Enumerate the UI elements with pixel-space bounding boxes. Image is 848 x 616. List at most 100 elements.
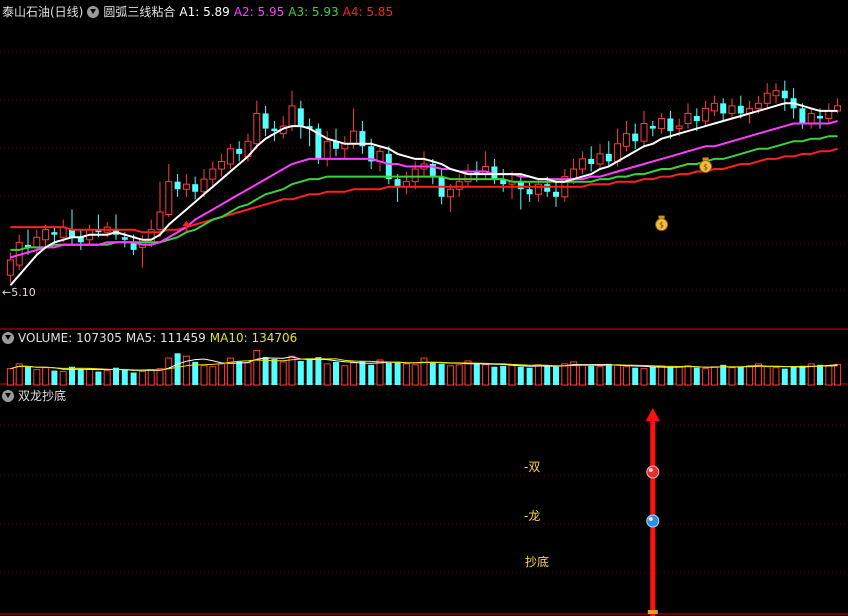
volume-bar — [693, 367, 700, 385]
volume-bar — [200, 365, 208, 386]
volume-bar — [473, 363, 480, 385]
volume-bar — [25, 366, 31, 385]
candle-body — [218, 160, 226, 170]
collapse-icon[interactable] — [87, 5, 100, 18]
candlesticks — [6, 80, 842, 283]
volume-bar — [271, 359, 278, 385]
a2-value: A2: 5.95 — [233, 4, 285, 19]
candle-body — [517, 181, 524, 190]
candle-body — [781, 90, 788, 99]
volume-bar — [262, 357, 269, 385]
volume-bar — [138, 371, 146, 386]
volume-bar — [763, 366, 771, 386]
volume-bar — [605, 363, 612, 385]
volume-bar — [790, 366, 797, 385]
volume-bar — [147, 369, 155, 386]
volume-bar — [781, 368, 788, 385]
candle-body — [226, 148, 234, 165]
volume-bar — [728, 367, 736, 386]
candle-body — [236, 148, 243, 154]
candle-body — [182, 183, 190, 190]
volume-bar — [526, 367, 533, 385]
volume-bar — [702, 368, 710, 386]
svg-text:$: $ — [703, 162, 708, 171]
candle-body — [174, 181, 181, 190]
candle-body — [763, 92, 771, 104]
candle-body — [192, 184, 199, 192]
candle-body — [737, 105, 744, 114]
volume-bar — [253, 349, 261, 386]
volume-bar — [455, 364, 463, 386]
volume-bar — [359, 360, 366, 385]
candle-body — [544, 184, 551, 192]
volume-bar — [517, 366, 524, 385]
volume-bar — [121, 369, 128, 385]
volume-bar — [684, 365, 692, 386]
volume-bar — [737, 366, 744, 385]
candle-body — [817, 115, 823, 119]
volume-bar — [632, 367, 639, 385]
volume-bar — [675, 366, 683, 386]
svg-text:$: $ — [659, 221, 664, 230]
volume-bar — [297, 360, 304, 385]
volume-bar — [411, 364, 419, 386]
collapse-icon[interactable] — [2, 389, 14, 402]
volume-bar — [218, 363, 226, 386]
volume-bar — [640, 368, 648, 386]
volume-bar — [667, 367, 674, 385]
volume-bar — [834, 363, 842, 386]
candle-body — [614, 143, 622, 162]
volume-bar — [649, 366, 656, 385]
candle-body — [667, 118, 674, 132]
volume-bar — [113, 367, 119, 385]
volume-bar — [165, 357, 173, 386]
ma5-value: MA5: 111459 — [125, 331, 206, 345]
candle-body — [728, 105, 736, 114]
candle-body — [622, 133, 630, 147]
volume-bar — [464, 360, 472, 386]
volume-bar — [438, 363, 445, 385]
candle-body — [588, 158, 595, 164]
volume-bar — [244, 362, 252, 386]
candle-body — [675, 125, 683, 130]
collapse-icon[interactable] — [2, 332, 14, 344]
moving-average-lines — [9, 102, 838, 286]
volume-bar — [33, 369, 41, 386]
volume-bar — [323, 363, 331, 386]
volume-bar — [103, 370, 111, 386]
volume-bar — [174, 353, 181, 385]
volume-bar — [561, 363, 569, 386]
candle-body — [394, 179, 401, 187]
candle-body — [288, 105, 296, 127]
a1-value: A1: 5.89 — [179, 4, 230, 19]
candle-body — [253, 112, 261, 145]
signal-label-shuang-text: 双 — [528, 460, 541, 474]
volume-bar — [376, 359, 384, 386]
candle-body — [640, 123, 648, 142]
volume-bar — [350, 362, 358, 386]
candle-body — [323, 140, 331, 160]
volume-bar — [86, 368, 94, 386]
a1-line — [9, 102, 838, 286]
signal-label-chaodi: 抄底 — [525, 553, 549, 570]
volume-bar — [578, 364, 586, 386]
volume-bar — [614, 364, 622, 386]
ma10-value: MA10: 134706 — [209, 331, 298, 345]
money-bag-icon: $ — [655, 215, 669, 232]
volume-bar — [482, 364, 490, 386]
volume-bar — [341, 365, 349, 386]
chart-canvas: $$ — [0, 50, 848, 616]
candle-body — [6, 259, 14, 276]
candle-body — [209, 168, 217, 180]
volume-bar — [746, 365, 754, 386]
candle-body — [156, 211, 164, 231]
volume-bar — [720, 364, 727, 385]
candle-body — [534, 183, 542, 195]
volume-bar — [491, 366, 498, 385]
volume-bar — [754, 363, 762, 386]
volume-bar — [51, 370, 58, 385]
candle-body — [42, 229, 50, 241]
candle-body — [121, 237, 128, 240]
red-ball-icon — [646, 465, 660, 479]
volume-bar — [402, 363, 410, 386]
